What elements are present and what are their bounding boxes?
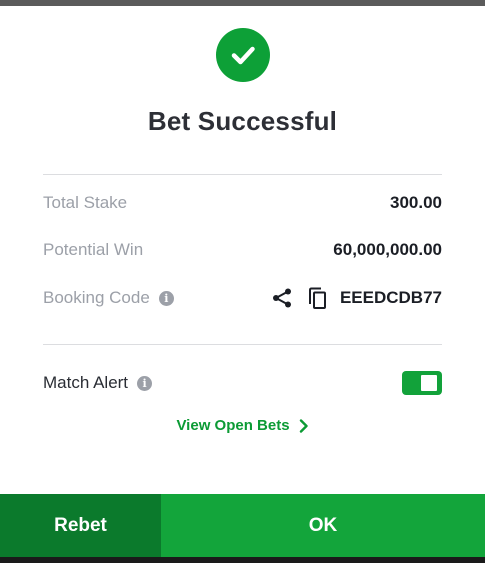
booking-code-label: Booking Code	[43, 288, 150, 307]
match-alert-label: Match Alert	[43, 373, 129, 392]
view-open-bets-link[interactable]: View Open Bets	[0, 417, 485, 434]
booking-code-row: Booking Code i EEEDCDB77	[43, 283, 442, 313]
dialog-title: Bet Successful	[147, 106, 338, 136]
check-circle-icon	[216, 28, 270, 82]
divider-top	[43, 174, 442, 175]
view-open-bets-label: View Open Bets	[176, 417, 290, 434]
share-icon[interactable]	[271, 287, 293, 309]
divider-bottom	[43, 344, 442, 345]
match-alert-info-icon[interactable]: i	[137, 375, 153, 391]
toggle-knob	[421, 375, 437, 391]
match-alert-label-group: Match Alert i	[43, 373, 153, 393]
rebet-button[interactable]: Rebet	[0, 494, 161, 557]
booking-code-value[interactable]: EEEDCDB77	[340, 288, 442, 308]
total-stake-value: 300.00	[390, 193, 442, 212]
booking-code-actions: EEEDCDB77	[271, 287, 442, 310]
bottom-edge-bar	[0, 557, 485, 563]
ok-button[interactable]: OK	[161, 494, 485, 557]
potential-win-row: Potential Win 60,000,000.00	[43, 235, 442, 265]
match-alert-toggle[interactable]	[402, 371, 442, 395]
booking-code-label-group: Booking Code i	[43, 288, 174, 308]
copy-icon[interactable]	[307, 287, 327, 310]
potential-win-label: Potential Win	[43, 240, 144, 259]
chevron-right-icon	[299, 418, 309, 433]
potential-win-value: 60,000,000.00	[333, 240, 442, 259]
total-stake-row: Total Stake 300.00	[43, 188, 442, 218]
info-icon[interactable]: i	[158, 290, 174, 306]
total-stake-label: Total Stake	[43, 193, 128, 212]
match-alert-row: Match Alert i	[43, 368, 442, 398]
